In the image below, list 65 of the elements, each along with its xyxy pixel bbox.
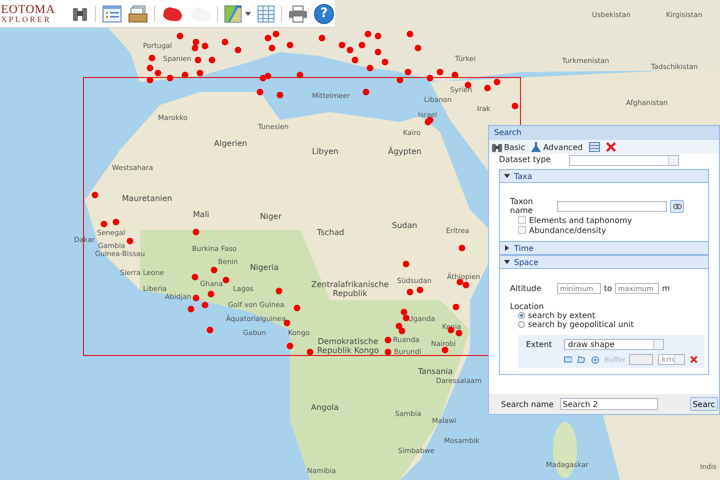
map-label: Tansania bbox=[418, 368, 453, 377]
search-button[interactable]: Searc bbox=[690, 397, 718, 411]
section-header[interactable]: Taxa bbox=[500, 170, 708, 183]
map-label: Mauretanien bbox=[122, 195, 172, 204]
search-name-field[interactable]: Search 2 bbox=[560, 398, 658, 410]
radio-button[interactable] bbox=[518, 321, 525, 328]
rectangle-icon[interactable] bbox=[564, 355, 572, 364]
tray-icon[interactable] bbox=[128, 4, 148, 22]
checkbox[interactable] bbox=[518, 216, 526, 224]
grid-icon[interactable] bbox=[257, 4, 275, 22]
dataset-type-dropdown[interactable] bbox=[568, 154, 679, 166]
unit-label: m bbox=[662, 284, 670, 293]
checkbox-label: Elements and taphonomy bbox=[529, 216, 632, 224]
section-title: Time bbox=[514, 244, 534, 252]
map-label: Zentralafrikanische Republik bbox=[310, 281, 390, 299]
map-label: Algerien bbox=[214, 140, 248, 149]
map-label: Ägypten bbox=[388, 148, 422, 157]
advanced-button[interactable]: Advanced bbox=[531, 142, 583, 152]
binoculars-icon bbox=[492, 142, 502, 152]
map-label: Libyen bbox=[312, 148, 338, 157]
extent-label: Extent bbox=[526, 340, 554, 349]
map-layer-icon[interactable] bbox=[224, 4, 242, 22]
expander-icon bbox=[504, 259, 510, 265]
app-logo: EOTOMA XPLORER bbox=[0, 3, 56, 24]
list-icon[interactable] bbox=[102, 4, 122, 22]
map-label: Mali bbox=[193, 211, 210, 220]
caret-icon[interactable] bbox=[245, 12, 251, 16]
section-title: Space bbox=[514, 258, 538, 266]
basic-button[interactable]: Basic bbox=[492, 142, 526, 152]
close-icon[interactable] bbox=[690, 355, 698, 364]
map-label: Demokratische Republik Kongo bbox=[316, 338, 380, 356]
help-button[interactable]: ? bbox=[314, 4, 334, 24]
taxon-name-field[interactable] bbox=[557, 200, 667, 212]
radio-button[interactable] bbox=[518, 312, 525, 319]
close-icon[interactable] bbox=[606, 142, 616, 152]
window-title: Search bbox=[489, 126, 719, 140]
links-icon bbox=[672, 202, 682, 210]
lookup-button[interactable] bbox=[670, 200, 684, 212]
map-label: Tschad bbox=[317, 229, 344, 238]
flask-icon bbox=[531, 142, 542, 152]
map-label: Angola bbox=[311, 404, 339, 413]
checkbox-label: Abundance/density bbox=[529, 226, 606, 234]
blob-icon[interactable] bbox=[161, 6, 183, 22]
to-label: to bbox=[604, 284, 612, 293]
section-title: Taxa bbox=[514, 172, 532, 180]
map-label: Sudan bbox=[392, 222, 418, 231]
extent-dropdown[interactable]: draw shape bbox=[564, 339, 664, 350]
point-icon[interactable] bbox=[590, 354, 600, 364]
expander-icon bbox=[504, 245, 510, 251]
section-header[interactable]: Space bbox=[500, 256, 708, 269]
map-label: Niger bbox=[260, 213, 282, 222]
location-label: Location bbox=[510, 302, 545, 311]
list-icon[interactable] bbox=[588, 142, 600, 152]
taxon-name-label: Taxon name bbox=[510, 197, 534, 215]
dataset-type-label: Dataset type bbox=[499, 156, 551, 164]
checkbox[interactable] bbox=[518, 226, 526, 234]
printer-icon[interactable] bbox=[288, 4, 308, 22]
polygon-icon[interactable] bbox=[577, 355, 586, 364]
section-header[interactable]: Time bbox=[500, 242, 708, 255]
radio-label: search by extent bbox=[528, 311, 596, 320]
map-label: Nigeria bbox=[250, 264, 279, 273]
radio-label: search by geopolitical unit bbox=[528, 320, 634, 329]
search-name-label: Search name bbox=[501, 400, 554, 408]
altitude-label: Altitude bbox=[510, 284, 542, 293]
expander-icon bbox=[504, 173, 510, 179]
